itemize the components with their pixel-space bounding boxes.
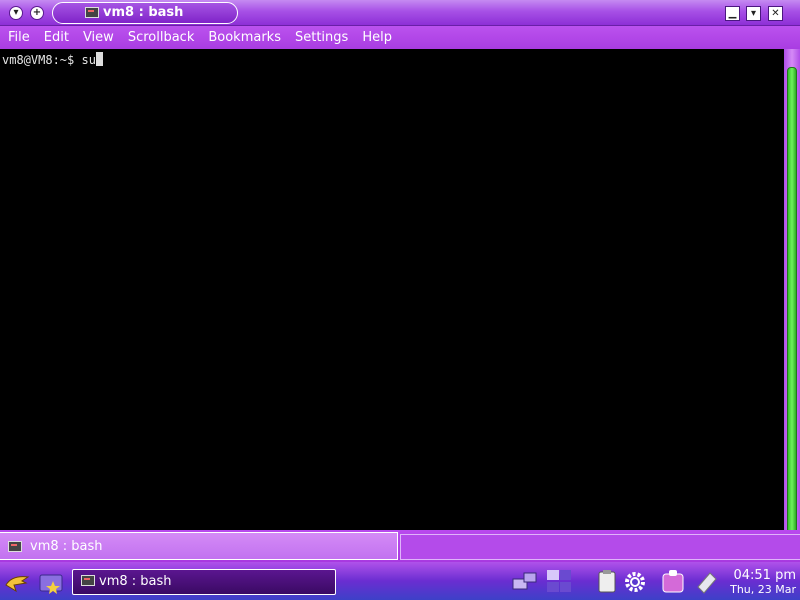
clock-date: Thu, 23 Mar xyxy=(730,583,796,596)
desktop-pager-icon[interactable] xyxy=(546,569,572,595)
maximize-button[interactable]: ▾ xyxy=(746,6,761,21)
terminal-command: su xyxy=(81,53,96,67)
tabbar-empty-area xyxy=(400,534,800,560)
tab-label: vm8 : bash xyxy=(30,539,103,554)
scrollbar-thumb[interactable] xyxy=(787,67,797,547)
taskbar-window-button[interactable]: vm8 : bash xyxy=(72,569,336,595)
session-tabbar: vm8 : bash xyxy=(0,530,800,562)
terminal-prompt: vm8@VM8:~$ xyxy=(2,53,82,67)
menubar: File Edit View Scrollback Bookmarks Sett… xyxy=(0,26,800,49)
window-title-pill: vm8 : bash xyxy=(52,2,238,24)
taskbar-clock[interactable]: 04:51 pm Thu, 23 Mar xyxy=(730,568,796,596)
menu-edit[interactable]: Edit xyxy=(37,26,76,49)
menu-view[interactable]: View xyxy=(76,26,121,49)
home-folder-icon[interactable] xyxy=(38,569,64,595)
notification-icon[interactable] xyxy=(660,569,686,595)
menu-bookmarks[interactable]: Bookmarks xyxy=(201,26,288,49)
taskbar-window-label: vm8 : bash xyxy=(99,574,172,589)
clipboard-icon[interactable] xyxy=(596,569,622,595)
network-icon[interactable] xyxy=(512,569,538,595)
menu-file[interactable]: File xyxy=(1,26,37,49)
window-menu-button[interactable]: ▾ xyxy=(9,6,23,20)
terminal-icon xyxy=(85,7,99,18)
menu-help[interactable]: Help xyxy=(355,26,399,49)
menu-settings[interactable]: Settings xyxy=(288,26,355,49)
menu-scrollback[interactable]: Scrollback xyxy=(121,26,202,49)
klipper-tools-icon[interactable] xyxy=(694,569,720,595)
tab-session[interactable]: vm8 : bash xyxy=(0,532,398,560)
app-launcher-icon[interactable] xyxy=(4,569,30,595)
terminal-output[interactable]: vm8@VM8:~$ su xyxy=(0,49,784,530)
sticky-button[interactable]: + xyxy=(30,6,44,20)
close-button[interactable]: ✕ xyxy=(768,6,783,21)
minimize-button[interactable]: ▁ xyxy=(725,6,740,21)
settings-gear-icon[interactable] xyxy=(622,569,648,595)
terminal-icon xyxy=(81,575,95,586)
window-title: vm8 : bash xyxy=(103,5,184,20)
terminal-icon xyxy=(8,541,22,552)
window-titlebar[interactable]: ▾ + vm8 : bash ▁ ▾ ✕ xyxy=(0,0,800,26)
vertical-scrollbar[interactable] xyxy=(784,49,800,547)
taskbar: vm8 : bash 04:51 pm Thu, 23 Mar xyxy=(0,562,800,600)
clock-time: 04:51 pm xyxy=(733,568,796,583)
text-cursor xyxy=(95,52,103,66)
